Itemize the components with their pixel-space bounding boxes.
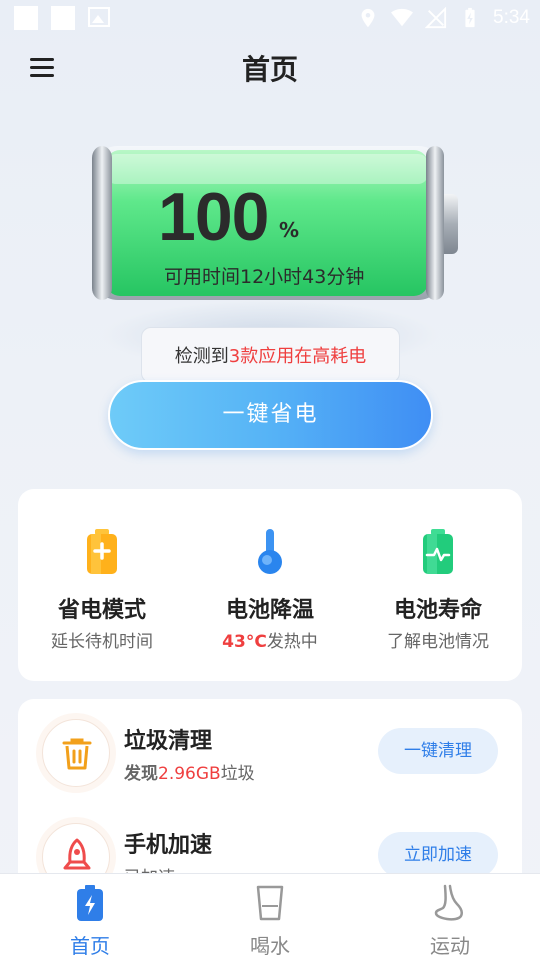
feature-subtitle: 了解电池情况	[387, 632, 489, 652]
battery-save-icon	[87, 529, 117, 574]
image-notification-icon	[88, 7, 110, 27]
tab-label: 首页	[70, 934, 110, 958]
status-bar: 5:34	[0, 0, 540, 36]
junk-size: 2.96GB	[158, 764, 221, 784]
feature-title: 电池寿命	[393, 598, 482, 623]
tool-subtitle: 发现2.96GB垃圾	[124, 764, 255, 784]
feature-title: 省电模式	[57, 598, 146, 623]
tab-home[interactable]: 首页	[0, 874, 180, 961]
feature-card: 省电模式 延长待机时间 电池降温 43°C发热中 电池寿命 了解电池情况	[18, 489, 522, 681]
notification-icon	[51, 6, 75, 30]
bottom-nav: 首页 喝水 运动	[0, 873, 540, 961]
battery-health-icon	[423, 529, 453, 574]
one-tap-clean-button[interactable]: 一键清理	[378, 728, 498, 774]
one-tap-save-button[interactable]: 一键省电	[108, 380, 433, 450]
foot-icon	[434, 884, 464, 921]
tab-label: 运动	[430, 934, 470, 958]
no-signal-icon	[425, 7, 447, 29]
feature-subtitle: 43°C发热中	[222, 632, 318, 652]
tab-water[interactable]: 喝水	[180, 874, 360, 961]
wifi-icon	[391, 8, 414, 27]
battery-bolt-icon	[77, 885, 103, 921]
battery-percent-unit: %	[279, 218, 300, 242]
tool-title: 垃圾清理	[124, 729, 213, 754]
junk-clean-icon-badge	[42, 719, 110, 787]
rocket-icon	[63, 838, 91, 870]
tab-exercise[interactable]: 运动	[360, 874, 540, 961]
tools-card: 垃圾清理 发现2.96GB垃圾 一键清理 手机加速 已加速 立即加速	[18, 699, 522, 899]
list-item-junk-clean: 垃圾清理 发现2.96GB垃圾 一键清理	[18, 699, 522, 799]
water-cup-icon	[256, 885, 284, 921]
speed-up-button[interactable]: 立即加速	[378, 832, 498, 878]
thermometer-icon	[258, 529, 282, 574]
high-drain-alert: 检测到3款应用在高耗电	[141, 327, 400, 383]
tool-title: 手机加速	[124, 833, 213, 858]
alert-highlight: 3款应用在高耗电	[228, 346, 367, 367]
alert-prefix: 检测到	[174, 346, 229, 367]
tab-label: 喝水	[250, 934, 290, 958]
battery-percent: 100	[158, 179, 269, 255]
available-time: 可用时间12小时43分钟	[164, 266, 365, 288]
temperature-value: 43°C	[222, 632, 267, 652]
trash-icon	[62, 738, 92, 770]
clock: 5:34	[493, 7, 530, 28]
page-title: 首页	[241, 53, 298, 86]
feature-subtitle: 延长待机时间	[51, 632, 153, 652]
location-icon	[361, 8, 375, 28]
battery-status-icon	[465, 7, 475, 28]
notification-icon	[14, 6, 38, 30]
feature-title: 电池降温	[225, 598, 314, 623]
